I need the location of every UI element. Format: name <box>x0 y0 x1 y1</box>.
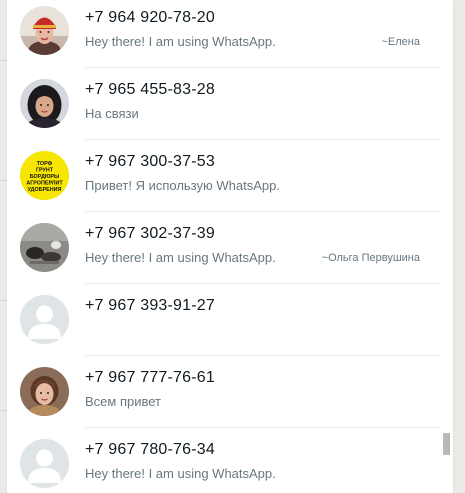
contact-pushname: ~Ольга Первушина <box>321 252 420 264</box>
logo-text: БОРДЮРЫ <box>30 174 60 180</box>
avatar <box>20 367 69 416</box>
yellow-logo-photo: ТОРФ ГРУНТ БОРДЮРЫ АГРОПЕРЛИТ УДОБРЕНИЯ <box>20 151 69 200</box>
logo-text: АГРОПЕРЛИТ <box>26 181 63 187</box>
contact-status: Hey there! I am using WhatsApp. <box>85 466 276 481</box>
contact-status: Привет! Я использую WhatsApp. <box>85 178 280 193</box>
red-hat-woman-photo <box>20 6 69 55</box>
avatar <box>20 79 69 128</box>
contact-row[interactable]: +7 965 455-83-28 На связи <box>7 68 441 140</box>
contact-row[interactable]: +7 964 920-78-20 Hey there! I am using W… <box>7 0 441 68</box>
contact-status: Всем привет <box>85 394 161 409</box>
contact-status: Hey there! I am using WhatsApp. <box>85 250 276 265</box>
contact-list-panel[interactable]: +7 964 920-78-20 Hey there! I am using W… <box>7 0 453 493</box>
pets-on-ground-photo <box>20 223 69 272</box>
contact-phone: +7 967 780-76-34 <box>85 441 215 458</box>
logo-text: УДОБРЕНИЯ <box>28 187 62 193</box>
avatar <box>20 439 69 488</box>
logo-text: ТОРФ <box>37 161 53 167</box>
scrollbar[interactable] <box>442 0 453 493</box>
contact-phone: +7 967 302-37-39 <box>85 225 215 242</box>
logo-text: ГРУНТ <box>36 168 54 174</box>
contact-status: На связи <box>85 106 139 121</box>
avatar <box>20 223 69 272</box>
contact-status: Hey there! I am using WhatsApp. <box>85 34 276 49</box>
contact-row[interactable]: +7 967 777-76-61 Всем привет <box>7 356 441 428</box>
avatar <box>20 295 69 344</box>
contact-row[interactable]: +7 967 393-91-27 <box>7 284 441 356</box>
contact-row[interactable]: ТОРФ ГРУНТ БОРДЮРЫ АГРОПЕРЛИТ УДОБРЕНИЯ … <box>7 140 441 212</box>
avatar <box>20 6 69 55</box>
contact-row[interactable]: +7 967 302-37-39 Hey there! I am using W… <box>7 212 441 284</box>
woman-portrait-photo <box>20 367 69 416</box>
avatar: ТОРФ ГРУНТ БОРДЮРЫ АГРОПЕРЛИТ УДОБРЕНИЯ <box>20 151 69 200</box>
scrollbar-thumb[interactable] <box>443 433 450 455</box>
contact-row[interactable]: +7 967 780-76-34 Hey there! I am using W… <box>7 428 441 493</box>
default-person-icon <box>20 295 69 344</box>
contact-phone: +7 967 393-91-27 <box>85 297 215 314</box>
dark-hair-woman-photo <box>20 79 69 128</box>
contact-phone: +7 964 920-78-20 <box>85 9 215 26</box>
contact-pushname: ~Елена <box>381 36 421 48</box>
contact-phone: +7 967 300-37-53 <box>85 153 215 170</box>
default-person-icon <box>20 439 69 488</box>
contact-phone: +7 965 455-83-28 <box>85 81 215 98</box>
contact-phone: +7 967 777-76-61 <box>85 369 215 386</box>
